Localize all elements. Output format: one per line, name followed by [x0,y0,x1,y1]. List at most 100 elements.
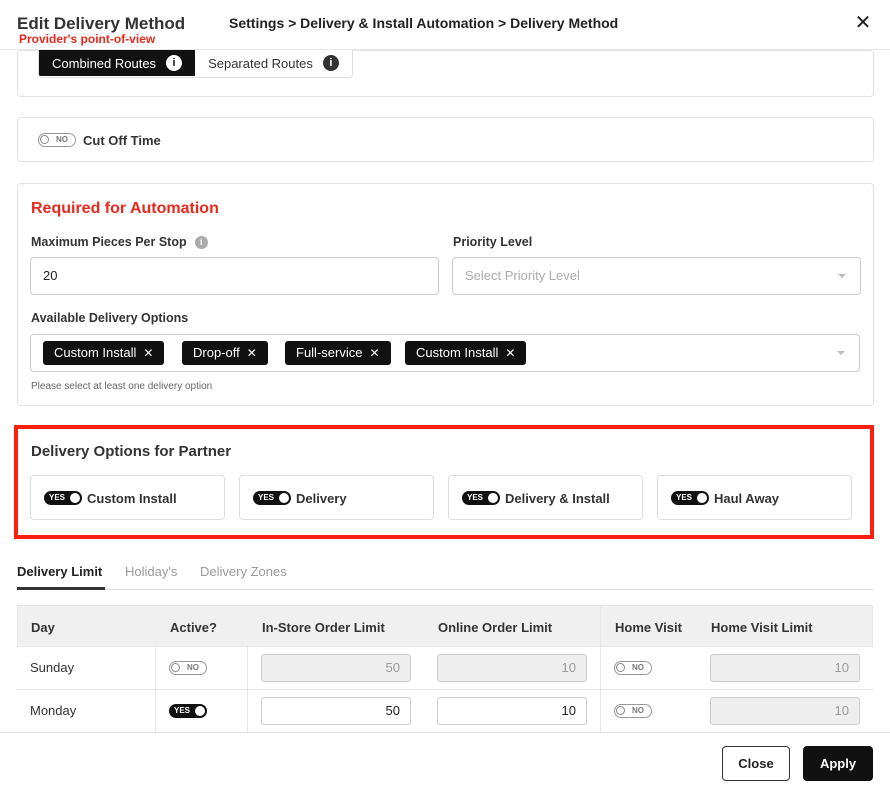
breadcrumb: Settings > Delivery & Install Automation… [229,15,619,31]
partner-option-label: Delivery & Install [505,491,610,506]
toggle-knob [70,493,80,503]
column-header-home-visit: Home Visit [615,620,682,635]
partner-option-card: YES Haul Away [657,475,852,520]
remove-icon[interactable]: ✕ [369,346,379,360]
info-icon[interactable]: i [166,55,183,71]
chip-label: Custom Install [416,345,499,360]
combined-routes-label: Combined Routes [52,55,157,71]
active-tab-indicator [17,587,105,590]
cutoff-label: Cut Off Time [83,133,161,148]
apply-button[interactable]: Apply [803,746,873,781]
online-limit-input[interactable]: 10 [437,654,587,682]
option-chip[interactable]: Full-service ✕ [285,341,391,365]
toggle-knob [279,493,289,503]
in-store-limit-input[interactable]: 50 [261,654,411,682]
column-header-day: Day [31,620,55,635]
home-visit-toggle[interactable]: NO [614,704,652,718]
remove-icon[interactable]: ✕ [247,346,257,360]
column-header-home-visit-limit: Home Visit Limit [711,620,813,635]
toggle-knob [697,493,707,503]
tab-delivery-zones[interactable]: Delivery Zones [200,564,287,579]
toggle-state-label: NO [632,663,644,672]
partner-options-panel: Delivery Options for Partner YES Custom … [14,425,874,539]
partner-option-card: YES Delivery [239,475,434,520]
partner-option-label: Haul Away [714,491,780,506]
priority-placeholder: Select Priority Level [465,268,580,283]
info-icon[interactable]: i [322,55,339,71]
partner-option-toggle[interactable]: YES [253,491,291,505]
table-row: Sunday NO 50 10 NO 10 [17,647,873,690]
toggle-knob [195,706,205,716]
toggle-knob [616,706,625,715]
partner-option-label: Custom Install [87,491,177,506]
remove-icon[interactable]: ✕ [505,346,515,360]
close-button[interactable]: Close [722,746,790,781]
column-header-active: Active? [170,620,217,635]
partner-option-toggle[interactable]: YES [671,491,709,505]
combined-routes-button[interactable]: Combined Routes i [39,50,196,76]
max-pieces-label-text: Maximum Pieces Per Stop [31,235,187,249]
tab-holidays[interactable]: Holiday's [125,564,177,579]
option-chip[interactable]: Drop-off ✕ [182,341,268,365]
delivery-options-hint: Please select at least one delivery opti… [31,381,213,392]
info-icon[interactable]: i [194,236,208,249]
automation-card: Required for Automation Maximum Pieces P… [17,183,874,406]
home-visit-limit-input[interactable]: 10 [710,654,860,682]
delivery-options-multiselect[interactable]: Custom Install ✕ Drop-off ✕ Full-service ✕ … [30,334,860,372]
cutoff-card: NO Cut Off Time [17,117,874,162]
chip-label: Custom Install [54,345,137,360]
partner-option-label: Delivery [296,491,347,506]
home-visit-limit-input[interactable]: 10 [710,697,860,725]
toggle-knob [40,135,49,144]
active-toggle[interactable]: NO [169,661,207,675]
modal-footer: Close Apply [0,732,890,790]
chip-label: Drop-off [193,345,240,360]
toggle-state-label: YES [174,706,191,715]
partner-option-toggle[interactable]: YES [462,491,500,505]
column-header-online-limit: Online Order Limit [438,620,553,635]
separated-routes-label: Separated Routes [208,55,313,71]
in-store-limit-input[interactable]: 50 [261,697,411,725]
partner-option-toggle[interactable]: YES [44,491,82,505]
routes-segmented-control: Combined Routes i Separated Routes i [38,50,353,78]
routes-card: Combined Routes i Separated Routes i [17,50,874,97]
limit-tabs: Delivery Limit Holiday's Delivery Zones [17,560,873,590]
modal-header: Edit Delivery Method Provider's point-of… [0,0,890,50]
column-header-in-store-limit: In-Store Order Limit [262,620,385,635]
toggle-state-label: YES [258,493,275,502]
modal-subtitle: Provider's point-of-view [19,32,156,46]
online-limit-input[interactable]: 10 [437,697,587,725]
chip-label: Full-service [296,345,363,360]
priority-level-select[interactable]: Select Priority Level [452,257,861,295]
automation-title: Required for Automation [31,200,219,217]
toggle-knob [616,663,625,672]
home-visit-toggle[interactable]: NO [614,661,652,675]
table-header: Day Active? In-Store Order Limit Online … [17,605,873,647]
toggle-state-label: YES [467,493,484,502]
toggle-state-label: NO [56,135,68,144]
close-icon[interactable]: ✕ [852,12,874,34]
active-toggle[interactable]: YES [169,704,207,718]
priority-level-label: Priority Level [453,235,533,249]
max-pieces-input[interactable]: 20 [30,257,439,295]
remove-icon[interactable]: ✕ [143,346,153,360]
tab-delivery-limit[interactable]: Delivery Limit [17,564,102,579]
separated-routes-button[interactable]: Separated Routes i [195,50,352,76]
chevron-down-icon[interactable] [837,351,845,355]
table-row: Monday YES 50 10 NO 10 [17,690,873,733]
partner-option-card: YES Delivery & Install [448,475,643,520]
toggle-state-label: YES [49,493,66,502]
modal-title: Edit Delivery Method [17,14,186,33]
option-chip[interactable]: Custom Install ✕ [405,341,527,365]
partner-option-card: YES Custom Install [30,475,225,520]
day-cell: Sunday [30,660,75,675]
toggle-knob [488,493,498,503]
cutoff-toggle[interactable]: NO [38,133,76,147]
toggle-knob [171,663,180,672]
chevron-down-icon[interactable] [838,274,846,278]
option-chip[interactable]: Custom Install ✕ [43,341,165,365]
toggle-state-label: YES [676,493,693,502]
toggle-state-label: NO [632,706,644,715]
toggle-state-label: NO [187,663,199,672]
day-cell: Monday [30,703,77,718]
